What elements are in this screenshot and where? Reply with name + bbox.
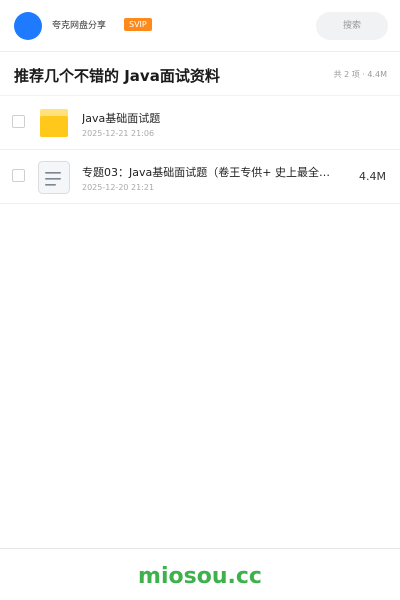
document-icon (38, 161, 70, 194)
file-date: 2025-12-20 21:21 (82, 183, 155, 192)
search-input[interactable]: 搜索 (316, 12, 388, 40)
file-row-java-interview-pdf[interactable]: 专题03：Java基础面试题（卷王专供+ 史上最全 + 2024面试大全）.pd… (0, 150, 400, 204)
site-footer: miosou.cc (0, 548, 400, 600)
file-name: 专题03：Java基础面试题（卷王专供+ 史上最全 + 2024面试大全）.pd… (82, 166, 332, 179)
svip-badge: SVIP (124, 18, 152, 31)
sharer-name: 夸克网盘分享 (52, 21, 107, 31)
file-row-java-interview-folder[interactable]: Java基础面试题 2025-12-21 21:06 (0, 96, 400, 150)
select-checkbox[interactable] (12, 169, 25, 182)
folder-header: 推荐几个不错的 Java面试资料 共 2 项 · 4.4M (0, 52, 400, 96)
item-count-summary: 共 2 项 · 4.4M (333, 70, 387, 79)
page-title: 推荐几个不错的 Java面试资料 (14, 67, 220, 85)
file-size: 4.4M (359, 170, 386, 183)
file-name: Java基础面试题 (82, 112, 161, 125)
avatar[interactable] (14, 12, 42, 40)
site-brand[interactable]: miosou.cc (138, 563, 262, 591)
file-date: 2025-12-21 21:06 (82, 129, 155, 138)
select-checkbox[interactable] (12, 115, 25, 128)
share-header: 夸克网盘分享 SVIP 搜索 (0, 0, 400, 52)
file-list: Java基础面试题 2025-12-21 21:06 专题03：Java基础面试… (0, 96, 400, 204)
folder-icon (40, 109, 68, 137)
